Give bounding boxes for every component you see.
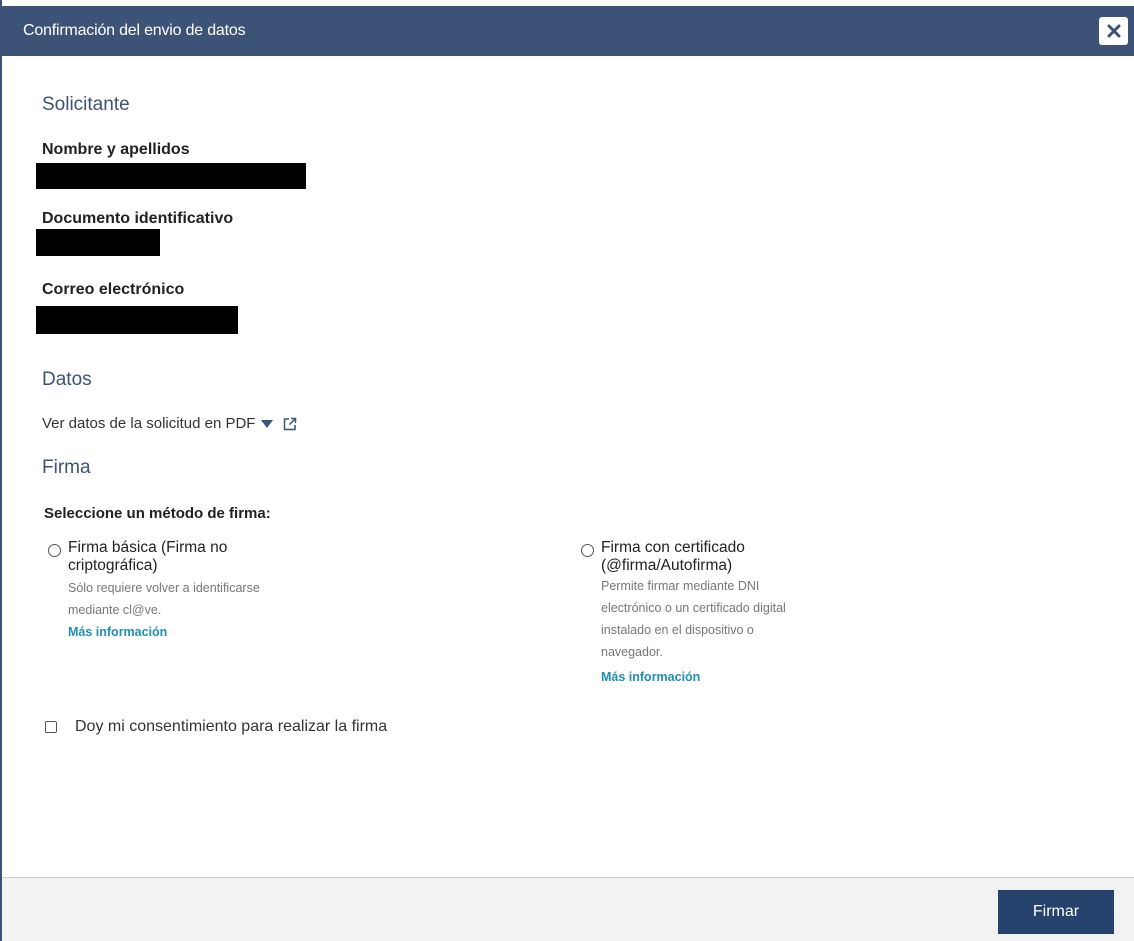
radio-firma-certificado[interactable]	[581, 544, 594, 557]
dialog-title: Confirmación del envio de datos	[23, 22, 246, 39]
confirmation-dialog: Confirmación del envio de datos Solicita…	[0, 0, 1134, 941]
external-link-icon[interactable]	[283, 417, 297, 431]
email-label: Correo electrónico	[42, 281, 185, 298]
option-title-line: Firma con certificado	[601, 539, 745, 556]
close-icon	[1107, 24, 1120, 38]
section-title-solicitante: Solicitante	[42, 94, 130, 115]
option-title-line: (@firma/Autofirma)	[601, 557, 733, 574]
pdf-link-label: Ver datos de la solicitud en PDF	[42, 415, 256, 432]
pdf-dropdown-link[interactable]: Ver datos de la solicitud en PDF	[42, 415, 297, 432]
section-title-firma: Firma	[42, 457, 91, 478]
option-firma-basica: Firma básica (Firma no criptográfica) Só…	[48, 539, 348, 649]
option-description-line: Sólo requiere volver a identificarse	[68, 581, 260, 595]
section-title-datos: Datos	[42, 369, 92, 390]
option-title: Firma básica (Firma no criptográfica)	[68, 539, 227, 575]
caret-down-icon[interactable]	[261, 419, 274, 428]
option-description-line: Permite firmar mediante DNI	[601, 579, 760, 593]
option-description-line: mediante cl@ve.	[68, 603, 162, 617]
option-description: Permite firmar mediante DNI electrónico …	[601, 575, 786, 663]
option-title-line: criptográfica)	[68, 557, 158, 574]
option-description-line: instalado en el dispositivo o	[601, 623, 754, 637]
more-info-link[interactable]: Más información	[68, 625, 167, 639]
name-label: Nombre y apellidos	[42, 141, 190, 158]
option-description: Sólo requiere volver a identificarse med…	[68, 577, 260, 621]
signature-method-label: Seleccione un método de firma:	[44, 505, 271, 522]
consent-checkbox[interactable]	[45, 721, 57, 733]
option-title: Firma con certificado (@firma/Autofirma)	[601, 539, 745, 575]
name-value-redacted	[36, 163, 306, 189]
close-button[interactable]	[1099, 17, 1128, 45]
document-value-redacted	[36, 229, 160, 256]
dialog-footer: Firmar	[2, 877, 1134, 941]
option-description-line: electrónico o un certificado digital	[601, 601, 786, 615]
option-description-line: navegador.	[601, 645, 663, 659]
document-label: Documento identificativo	[42, 210, 234, 227]
option-title-line: Firma básica (Firma no	[68, 539, 228, 556]
consent-row: Doy mi consentimiento para realizar la f…	[45, 718, 387, 736]
more-info-link[interactable]: Más información	[601, 670, 700, 684]
email-value-redacted	[36, 306, 238, 334]
dialog-header: Confirmación del envio de datos	[2, 6, 1134, 56]
firmar-button[interactable]: Firmar	[998, 890, 1114, 934]
consent-label[interactable]: Doy mi consentimiento para realizar la f…	[75, 718, 387, 736]
option-firma-certificado: Firma con certificado (@firma/Autofirma)…	[581, 539, 901, 689]
radio-firma-basica[interactable]	[48, 544, 61, 557]
